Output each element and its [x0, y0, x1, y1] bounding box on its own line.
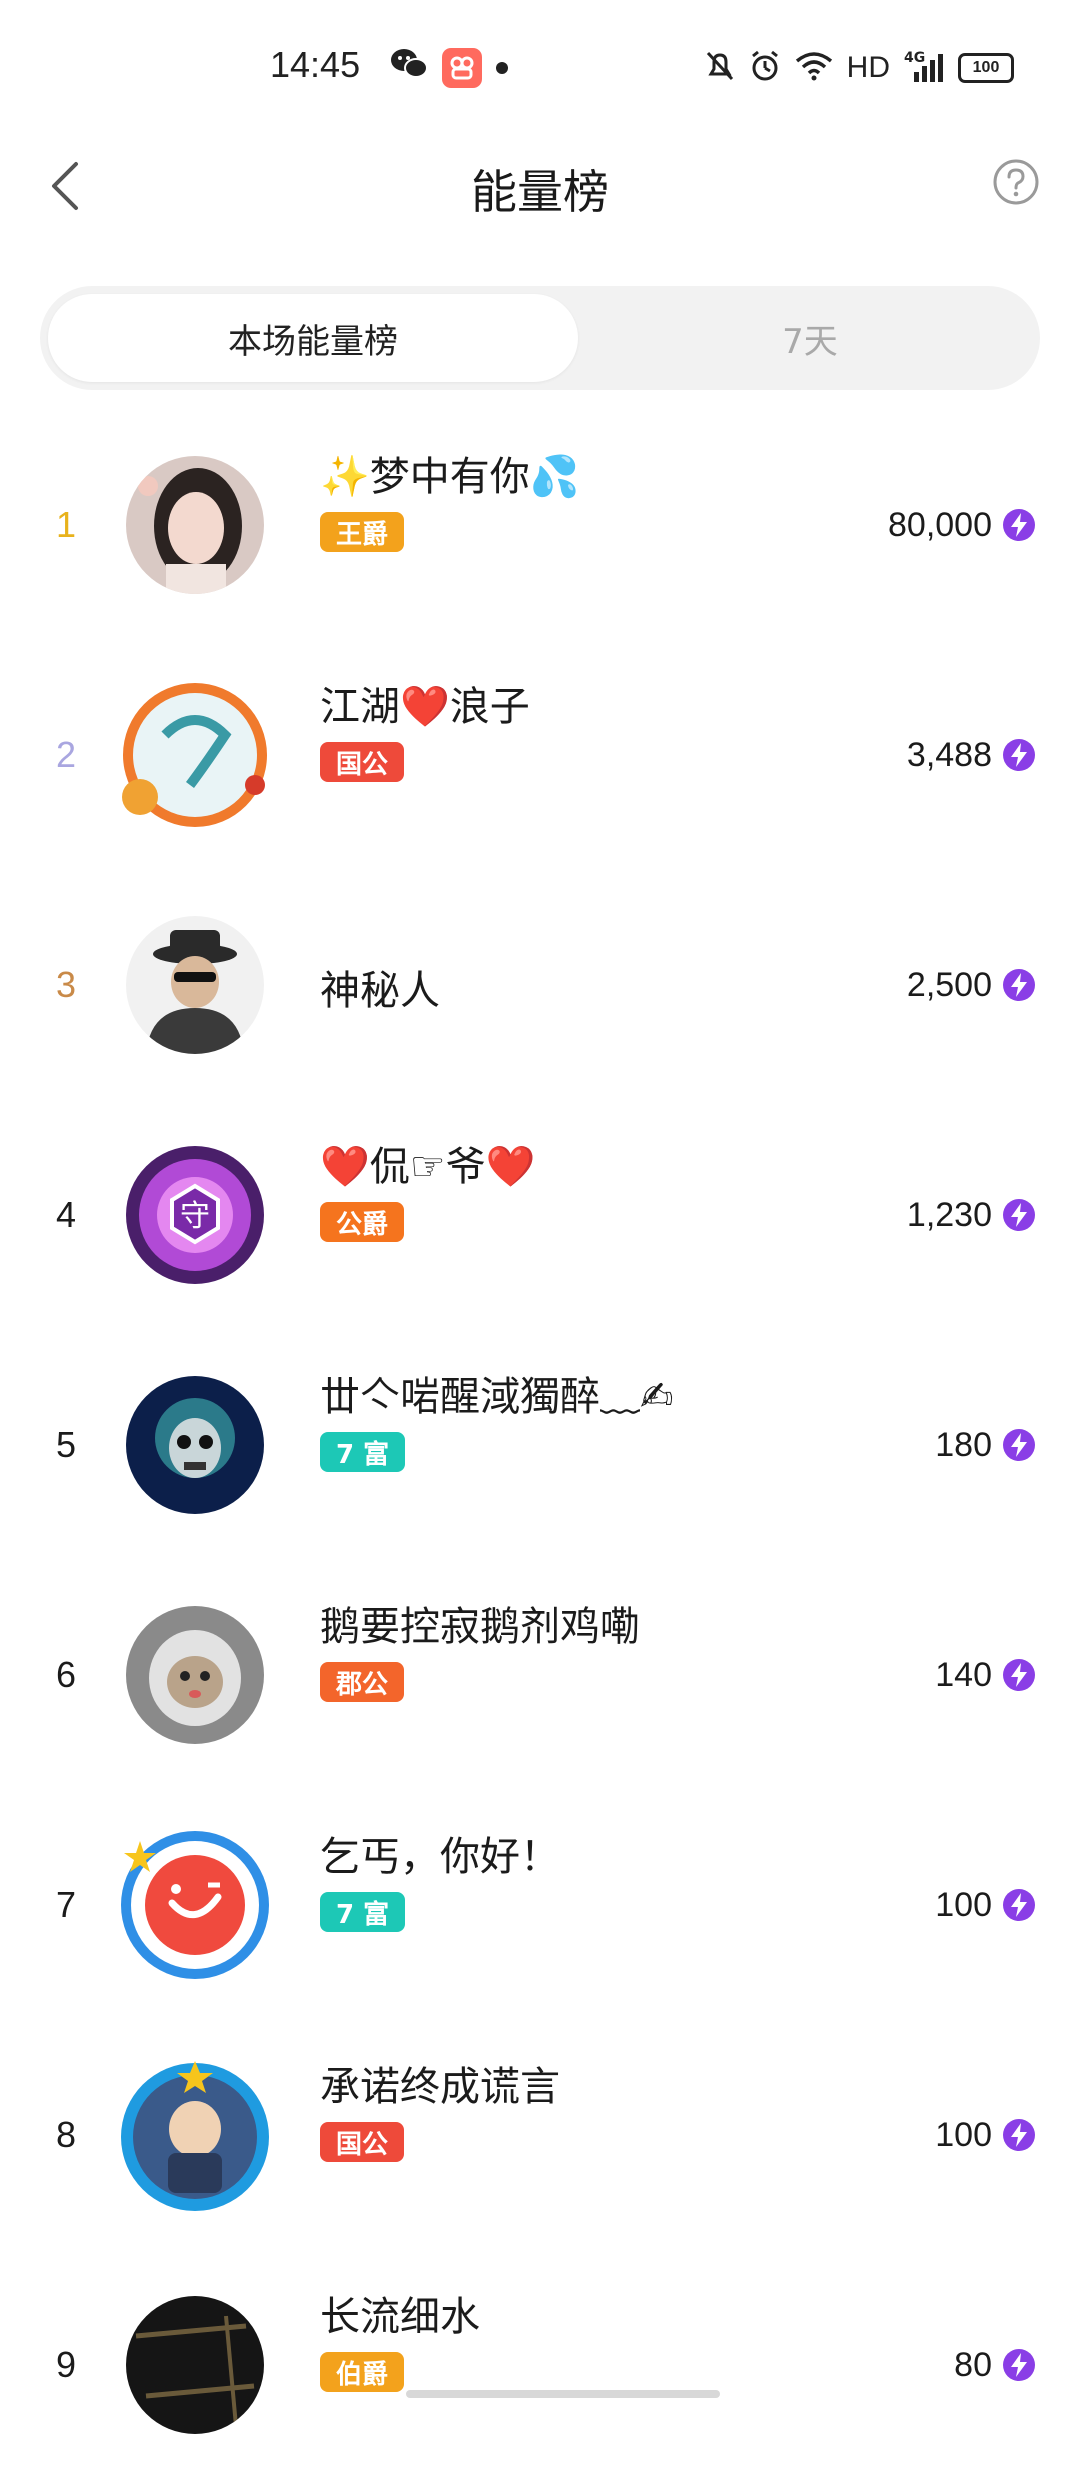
rank-badge: 伯爵 [320, 2352, 405, 2392]
wifi-icon [795, 51, 833, 85]
list-item[interactable]: 3 神秘人 2,500 [0, 870, 1080, 1100]
energy-bolt-icon [1003, 1889, 1035, 1921]
energy-bolt-icon [1003, 509, 1035, 541]
list-item[interactable]: 5 丗亽啱醒淢獨醉﹏✍ 7 富 180 [0, 1330, 1080, 1560]
rank-number: 4 [55, 1194, 77, 1235]
avatar [110, 905, 280, 1065]
avatar [110, 675, 280, 835]
list-item[interactable]: 8 承诺终成谎言 国公 100 [0, 2020, 1080, 2250]
user-name: ❤️侃☞爷❤️ [320, 1144, 536, 1190]
help-button[interactable] [992, 158, 1040, 206]
status-time: 14:45 [270, 44, 361, 85]
rank-number: 8 [55, 2114, 77, 2155]
question-icon [993, 159, 1039, 205]
user-name: 丗亽啱醒淢獨醉﹏✍ [320, 1374, 674, 1420]
rank-number: 9 [55, 2344, 77, 2385]
user-name: ✨梦中有你💦 [320, 454, 580, 500]
user-name: 神秘人 [320, 968, 440, 1014]
guard-glyph: 守 [180, 1199, 210, 1234]
energy-bolt-icon [1003, 739, 1035, 771]
energy-value: 1,230 [906, 1196, 992, 1234]
avatar [110, 1365, 280, 1525]
user-name: 承诺终成谎言 [320, 2064, 560, 2110]
avatar: 守 [110, 1135, 280, 1295]
rank-badge: 公爵 [320, 1202, 405, 1242]
home-indicator[interactable] [406, 2390, 720, 2398]
avatar [110, 1825, 280, 1985]
energy-value: 3,488 [906, 736, 992, 774]
energy-value: 80 [954, 2346, 992, 2384]
avatar [110, 1595, 280, 1755]
energy-value: 180 [935, 1426, 992, 1464]
energy-bolt-icon [1003, 1429, 1035, 1461]
rank-number: 1 [55, 504, 77, 545]
rank-number: 3 [55, 964, 77, 1005]
wechat-icon [388, 44, 430, 84]
list-item[interactable]: 2 江湖❤️浪子 国公 3,488 [0, 640, 1080, 870]
rank-number: 7 [55, 1884, 77, 1925]
rank-badge: 国公 [320, 2122, 405, 2162]
rank-badge: 郡公 [320, 1662, 405, 1702]
list-item[interactable]: 7 乞丐，你好！ 7 富 100 [0, 1790, 1080, 2020]
rank-badge: 国公 [320, 742, 405, 782]
energy-bolt-icon [1003, 1199, 1035, 1231]
avatar [110, 445, 280, 605]
status-bar: 14:45 HD 4G 100 [0, 0, 1080, 130]
energy-value: 80,000 [888, 506, 992, 544]
rank-badge: 7 富 [320, 1432, 406, 1472]
list-item[interactable]: 9 长流细水 伯爵 80 [0, 2250, 1080, 2480]
user-name: 鹅要控寂鹅剂鸡嘞 [320, 1604, 640, 1650]
user-name: 长流细水 [320, 2294, 480, 2340]
app-notification-icon [442, 48, 482, 88]
energy-bolt-icon [1003, 1659, 1035, 1691]
mute-bell-icon [705, 50, 735, 86]
notification-dot-icon [496, 62, 508, 74]
tab-7-days[interactable]: 7天 [580, 294, 1040, 382]
status-right-icons: HD 4G 100 [705, 48, 1014, 88]
rank-badge: 7 富 [320, 1892, 406, 1932]
energy-bolt-icon [1003, 2349, 1035, 2381]
rank-number: 5 [55, 1424, 77, 1465]
ranking-tabs: 本场能量榜 7天 [40, 286, 1040, 390]
rank-number: 6 [55, 1654, 77, 1695]
list-item[interactable]: 6 鹅要控寂鹅剂鸡嘞 郡公 140 [0, 1560, 1080, 1790]
energy-value: 100 [935, 2116, 992, 2154]
tab-current-session[interactable]: 本场能量榜 [48, 294, 578, 382]
user-name: 江湖❤️浪子 [320, 684, 530, 730]
energy-value: 2,500 [906, 966, 992, 1004]
page-title: 能量榜 [471, 165, 609, 219]
battery-indicator: 100 [958, 53, 1014, 83]
energy-value: 140 [935, 1656, 992, 1694]
user-name: 乞丐，你好！ [320, 1834, 560, 1880]
top-nav-bar: 能量榜 [0, 130, 1080, 240]
energy-bolt-icon [1003, 969, 1035, 1001]
energy-value: 100 [935, 1886, 992, 1924]
signal-icon: 4G [904, 50, 944, 84]
avatar [110, 2055, 280, 2215]
list-item[interactable]: 1 ✨梦中有你💦 王爵 80,000 [0, 410, 1080, 640]
list-item[interactable]: 4 守 ❤️侃☞爷❤️ 公爵 1,230 [0, 1100, 1080, 1330]
rank-number: 2 [55, 734, 77, 775]
alarm-icon [749, 50, 781, 86]
network-type: HD [846, 51, 890, 84]
avatar [110, 2285, 280, 2445]
energy-bolt-icon [1003, 2119, 1035, 2151]
rank-badge: 王爵 [320, 512, 405, 552]
